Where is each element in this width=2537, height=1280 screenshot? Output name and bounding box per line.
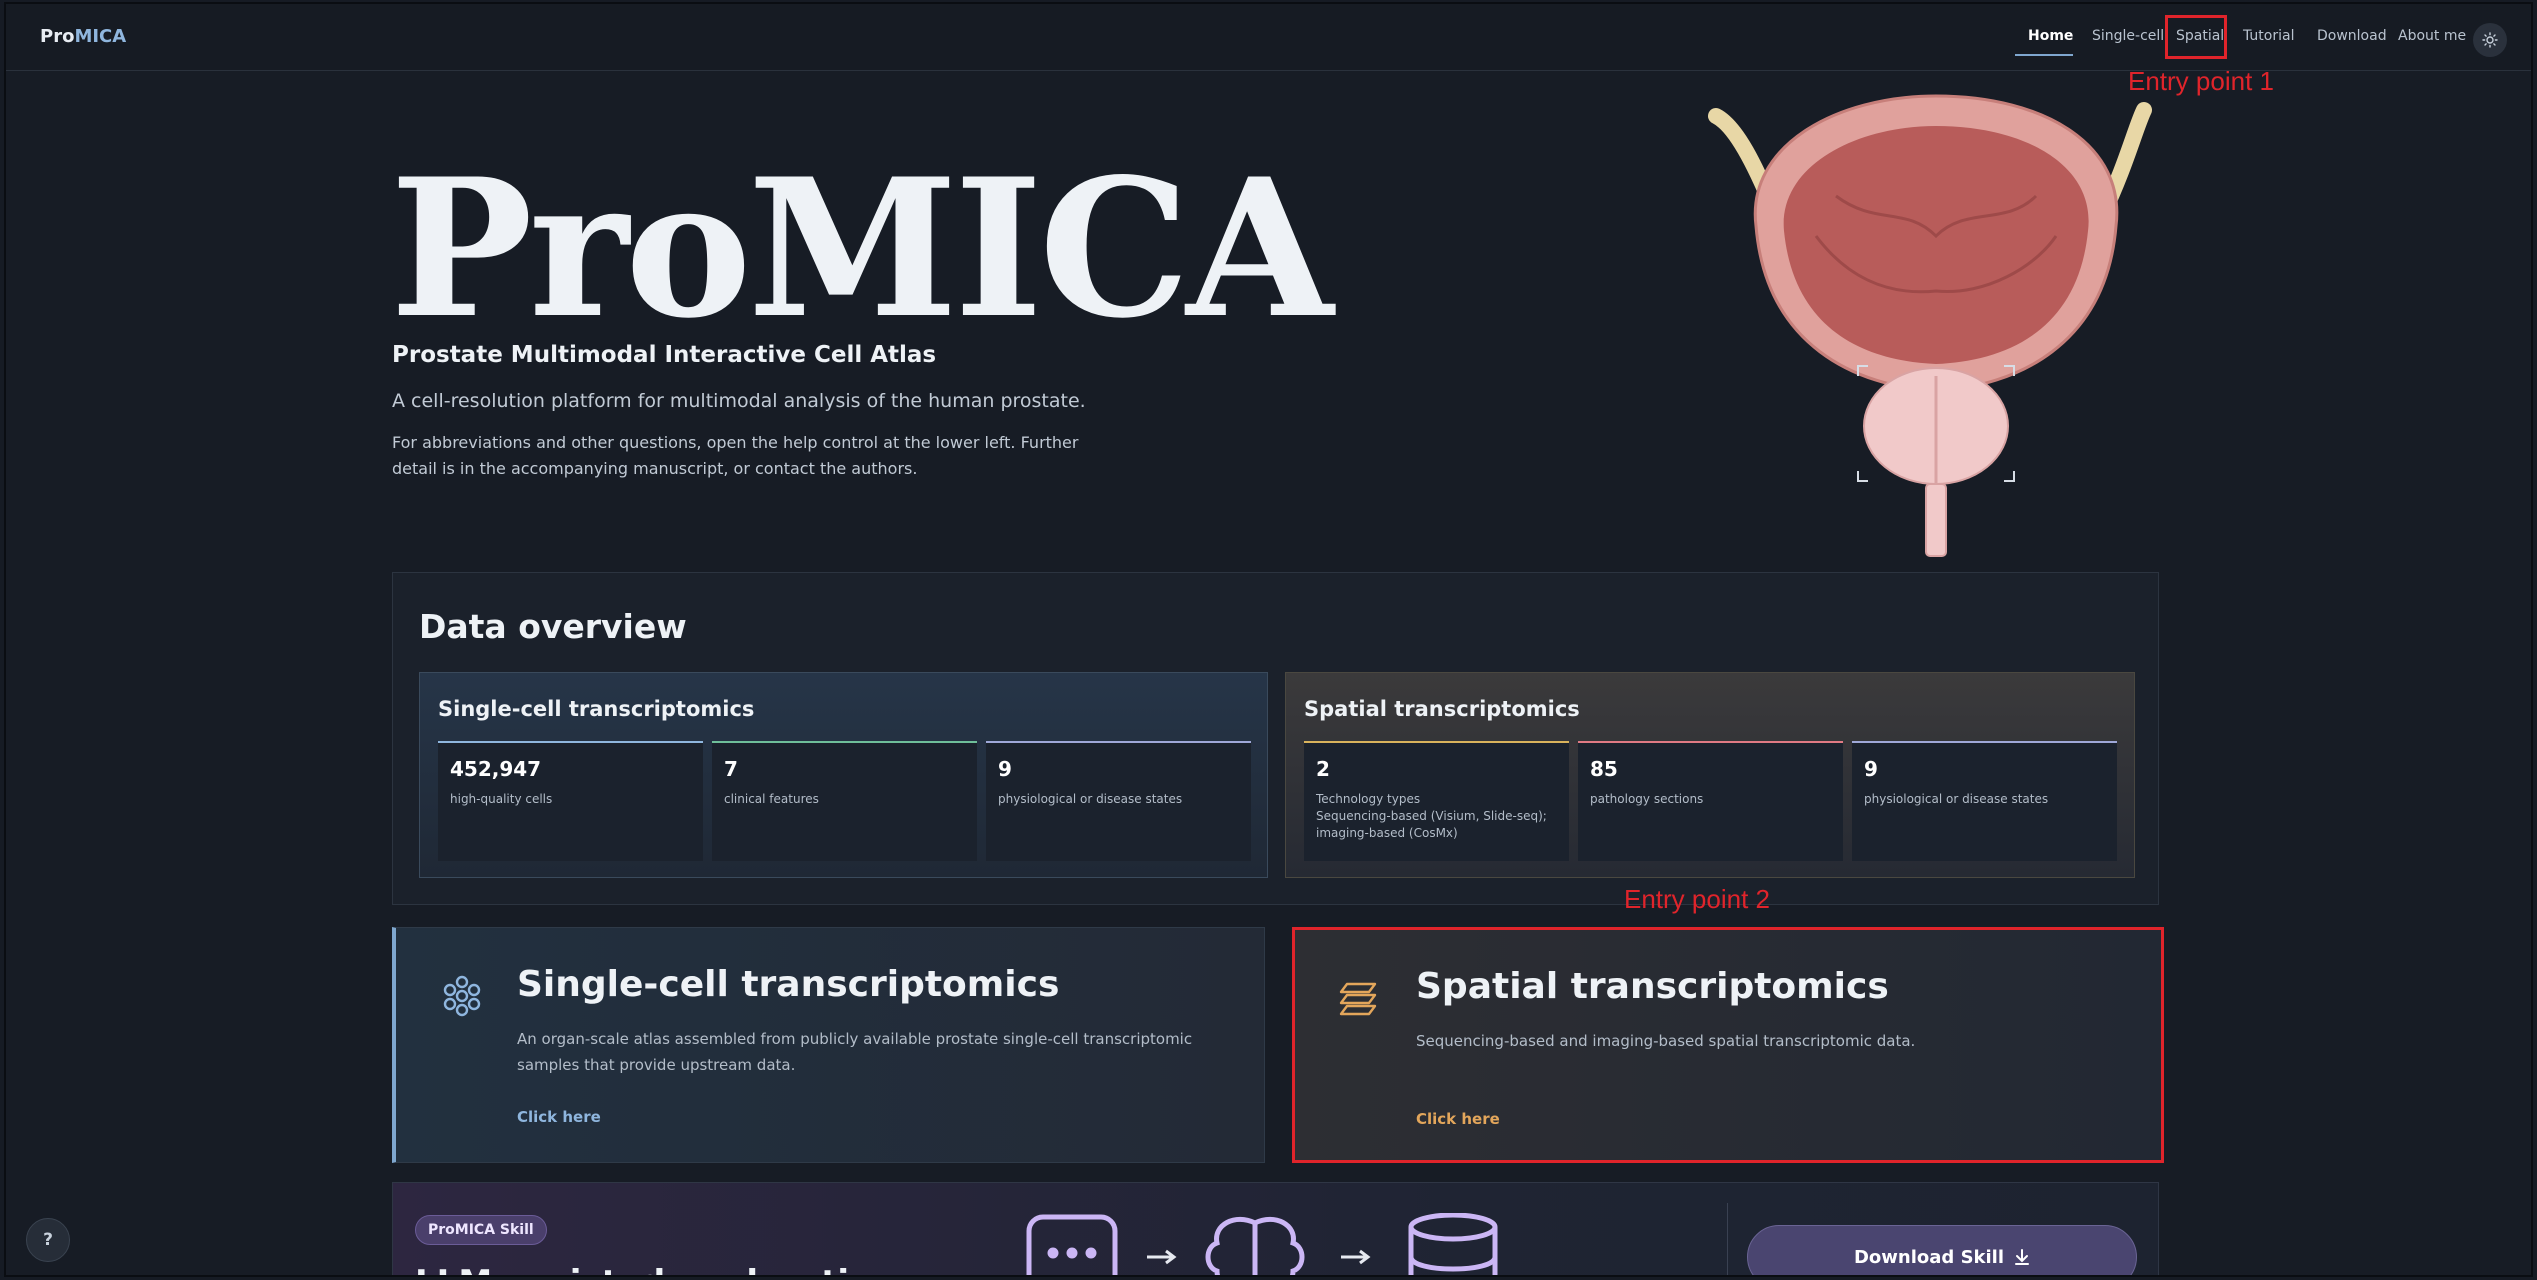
nav-home[interactable]: Home	[2028, 28, 2073, 44]
stat-card: 9 physiological or disease states	[1852, 741, 2117, 861]
hero-description: A cell-resolution platform for multimoda…	[392, 390, 1086, 412]
stat-accent-line	[986, 741, 1251, 743]
theme-toggle-button[interactable]	[2473, 23, 2507, 57]
stat-label: clinical features	[724, 792, 819, 806]
brand-accent-text: MICA	[74, 26, 127, 47]
chat-bubble-icon	[1026, 1214, 1118, 1275]
overview-spatial-title: Spatial transcriptomics	[1304, 697, 1580, 721]
single-cell-entry-description: An organ-scale atlas assembled from publ…	[517, 1030, 1193, 1074]
skill-badge: ProMICA Skill	[415, 1215, 547, 1245]
skill-title: LLM-assisted exploration	[415, 1263, 897, 1275]
stat-label-text: Technology types	[1316, 792, 1421, 806]
stat-value: 85	[1590, 757, 1618, 781]
stat-value: 2	[1316, 757, 1330, 781]
hero-subtitle: Prostate Multimodal Interactive Cell Atl…	[392, 342, 937, 368]
nav-single-cell[interactable]: Single-cell	[2092, 28, 2164, 44]
overview-single-cell-panel: Single-cell transcriptomics 452,947 high…	[419, 672, 1268, 878]
stat-label: high-quality cells	[450, 792, 553, 806]
stat-accent-line	[1578, 741, 1843, 743]
brand-text: Pro	[40, 26, 75, 47]
overview-spatial-panel: Spatial transcriptomics 2 Technology typ…	[1285, 672, 2135, 878]
nav-download[interactable]: Download	[2317, 28, 2387, 44]
download-skill-label: Download Skill	[1853, 1246, 2005, 1268]
top-nav: ProMICA Home Single-cell Spatial Tutoria…	[6, 4, 2531, 71]
stat-label: physiological or disease states	[1864, 792, 2049, 806]
stat-detail-text: Sequencing-based (Visium, Slide-seq); im…	[1316, 809, 1547, 840]
stat-accent-line	[712, 741, 977, 743]
arrow-right-icon	[1147, 1249, 1177, 1265]
database-icon	[1408, 1213, 1498, 1275]
stat-label: Technology types Sequencing-based (Visium…	[1316, 791, 1556, 842]
nav-active-indicator	[2015, 54, 2073, 56]
spatial-entry-description: Sequencing-based and imaging-based spati…	[1416, 1032, 1916, 1050]
brain-icon	[1205, 1216, 1305, 1275]
stat-card: 452,947 high-quality cells	[438, 741, 703, 861]
hero-help-note: For abbreviations and other questions, o…	[392, 433, 1079, 478]
skill-divider	[1727, 1203, 1728, 1275]
cells-cluster-icon	[443, 975, 481, 1017]
single-cell-click-here-link[interactable]: Click here	[517, 1108, 601, 1126]
overview-single-cell-title: Single-cell transcriptomics	[438, 697, 755, 721]
stat-value: 7	[724, 757, 738, 781]
prostate-illustration	[1708, 94, 2152, 557]
sun-icon	[2482, 32, 2498, 48]
entry-point-1-highlight	[2165, 15, 2227, 59]
stat-accent-line	[1304, 741, 1569, 743]
help-button[interactable]: ?	[26, 1218, 70, 1262]
nav-about-me[interactable]: About me	[2398, 28, 2466, 44]
spatial-entry-card[interactable]: Spatial transcriptomics Sequencing-based…	[1292, 927, 2164, 1163]
single-cell-entry-card[interactable]: Single-cell transcriptomics An organ-sca…	[392, 927, 1265, 1163]
single-cell-entry-title: Single-cell transcriptomics	[517, 964, 1060, 1005]
stat-card: 2 Technology types Sequencing-based (Visi…	[1304, 741, 1569, 861]
stat-label: pathology sections	[1590, 792, 1704, 806]
stat-value: 452,947	[450, 757, 542, 781]
layers-icon	[1339, 982, 1377, 1016]
download-skill-button[interactable]: Download Skill	[1747, 1225, 2137, 1275]
skill-flow-diagram	[1026, 1213, 1498, 1275]
stat-value: 9	[998, 757, 1012, 781]
stat-accent-line	[1852, 741, 2117, 743]
stat-label: physiological or disease states	[998, 792, 1183, 806]
brand-logo[interactable]: ProMICA	[40, 26, 126, 47]
stat-value: 9	[1864, 757, 1878, 781]
skill-banner: ProMICA Skill LLM-assisted exploration	[392, 1182, 2159, 1275]
nav-tutorial[interactable]: Tutorial	[2243, 28, 2294, 44]
spatial-click-here-link[interactable]: Click here	[1416, 1110, 1500, 1128]
arrow-right-icon	[1341, 1249, 1371, 1265]
stat-card: 7 clinical features	[712, 741, 977, 861]
data-overview-title: Data overview	[419, 607, 687, 646]
stat-accent-line	[438, 741, 703, 743]
entry-point-2-label: Entry point 2	[1624, 884, 1770, 914]
app-window: ProMICA Home Single-cell Spatial Tutoria…	[4, 2, 2533, 1277]
spatial-entry-title: Spatial transcriptomics	[1416, 966, 1889, 1007]
hero-title: ProMICA	[390, 137, 1334, 360]
stat-card: 85 pathology sections	[1578, 741, 1843, 861]
stat-card: 9 physiological or disease states	[986, 741, 1251, 861]
download-icon	[2015, 1249, 2030, 1265]
data-overview-section: Data overview Single-cell transcriptomic…	[392, 572, 2159, 905]
